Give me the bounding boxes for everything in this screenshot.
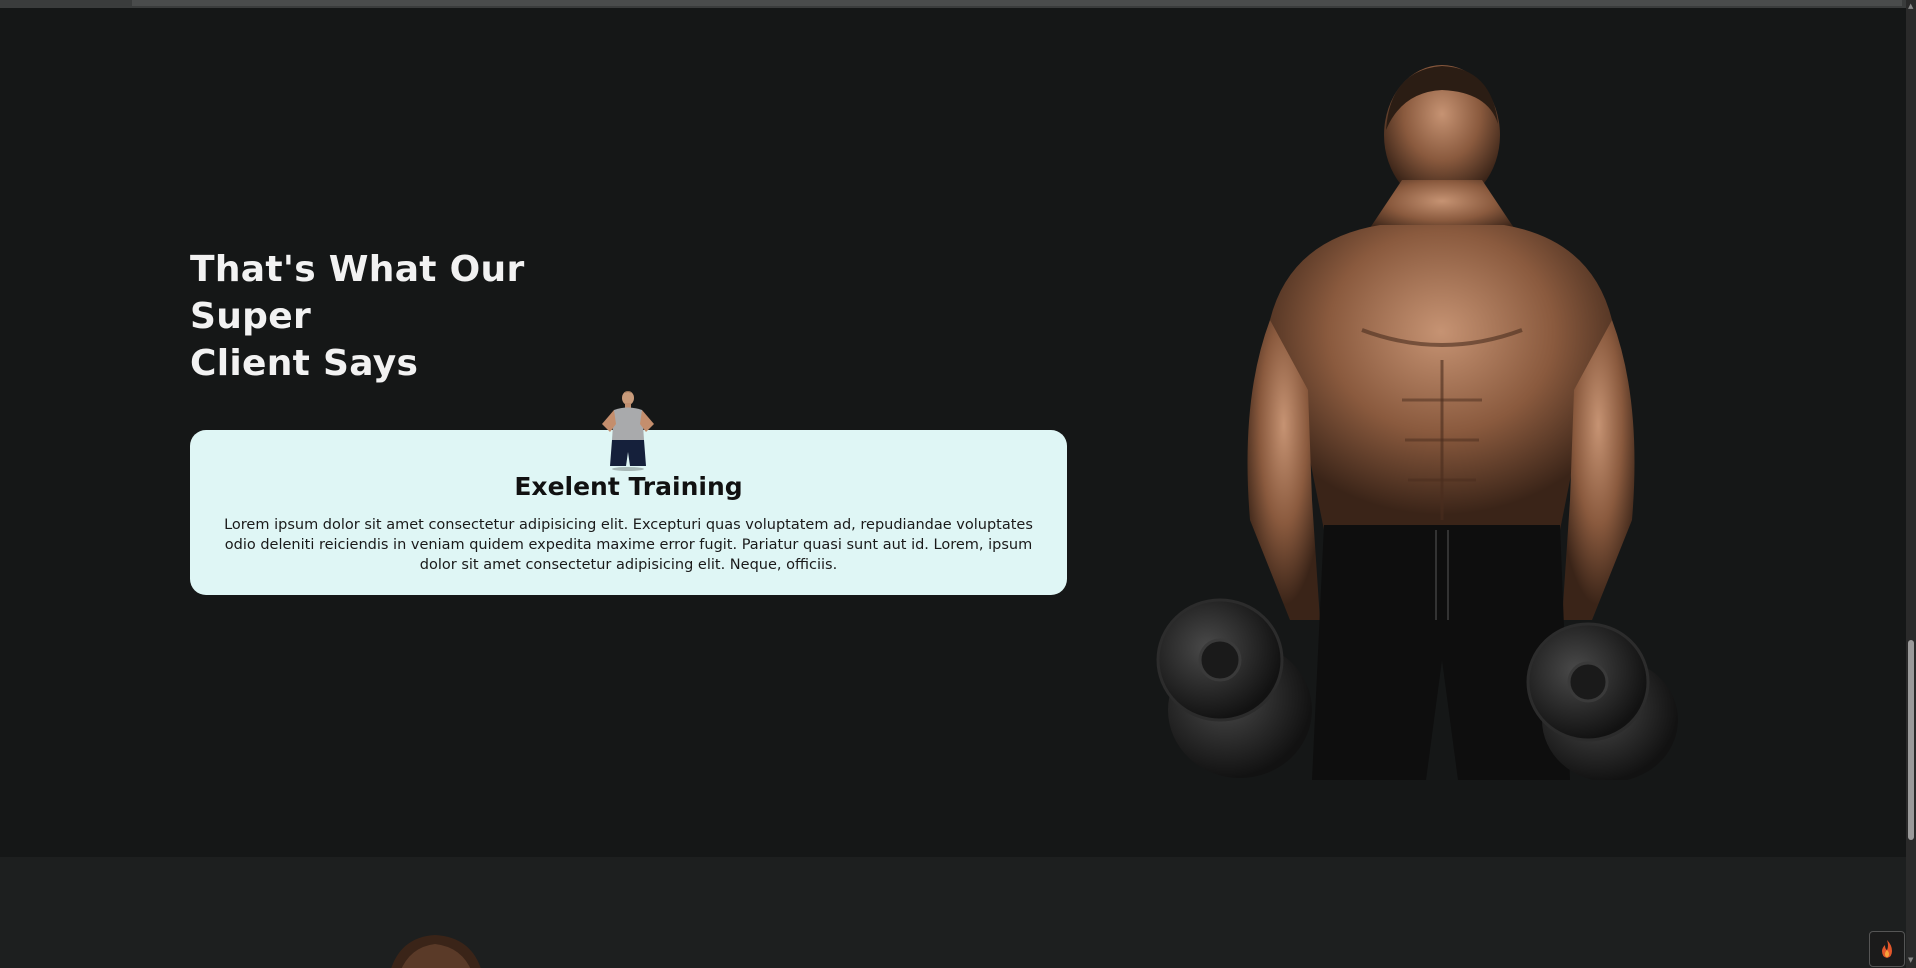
testimonials-heading-line1: That's What Our Super: [190, 249, 525, 337]
extension-widget-button[interactable]: [1869, 931, 1905, 967]
scrollbar-thumb[interactable]: [1908, 640, 1914, 840]
next-section: [0, 857, 1906, 968]
browser-top-bar-inner: [132, 0, 1902, 6]
page-scrollbar[interactable]: ▲ ▼: [1906, 0, 1916, 968]
browser-top-bar: [0, 0, 1916, 8]
testimonial-card: Exelent Training Lorem ipsum dolor sit a…: [190, 391, 1067, 595]
testimonial-card-title: Exelent Training: [514, 472, 743, 501]
testimonials-heading-line2: Client Says: [190, 343, 419, 384]
client-avatar-icon: [602, 391, 654, 471]
testimonial-card-text: Lorem ipsum dolor sit amet consectetur a…: [224, 517, 1033, 573]
testimonials-heading: That's What Our Super Client Says: [190, 246, 650, 387]
partial-person-image: [391, 935, 481, 968]
flame-icon: [1882, 940, 1892, 958]
scroll-down-arrow-icon[interactable]: ▼: [1908, 956, 1913, 964]
scroll-up-arrow-icon[interactable]: ▲: [1908, 2, 1913, 10]
bodybuilder-with-dumbbells-image: [1156, 65, 1678, 780]
